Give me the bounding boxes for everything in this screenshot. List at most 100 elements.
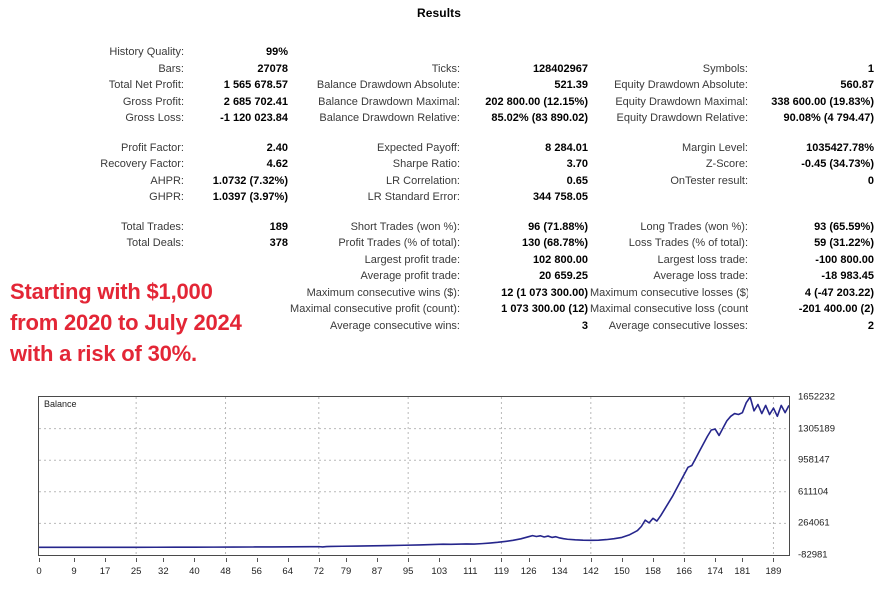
chart-x-tick-label: 166 xyxy=(676,566,692,577)
stat-label: Expected Payoff: xyxy=(377,141,460,154)
stat-cell: Short Trades (won %): 96 (71.88%) xyxy=(290,221,590,233)
stat-cell: Profit Factor: 2.40 xyxy=(0,142,290,154)
stat-value: 560.87 xyxy=(840,79,874,92)
stat-cell: Equity Drawdown Relative: 90.08% (4 794.… xyxy=(590,112,878,124)
stat-cell: LR Standard Error: 344 758.05 xyxy=(290,191,590,203)
chart-x-tick-label: 103 xyxy=(431,566,448,577)
stat-cell: Loss Trades (% of total): 59 (31.22%) xyxy=(590,237,878,249)
stat-label: Balance Drawdown Relative: xyxy=(319,112,460,125)
stat-value: 85.02% (83 890.02) xyxy=(491,112,588,125)
chart-x-tick-label: 158 xyxy=(645,566,661,577)
stat-label: Sharpe Ratio: xyxy=(392,158,460,171)
stat-value: 8 284.01 xyxy=(545,141,588,154)
stat-label: Largest profit trade: xyxy=(364,253,460,266)
stat-label: Loss Trades (% of total): xyxy=(628,237,748,250)
stat-value: 2 685 702.41 xyxy=(223,95,288,108)
stat-cell: Balance Drawdown Absolute: 521.39 xyxy=(290,79,590,91)
stat-value: -100 800.00 xyxy=(815,253,874,266)
stat-cell: Recovery Factor: 4.62 xyxy=(0,158,290,170)
chart-x-tickmark xyxy=(439,558,441,562)
page-title: Results xyxy=(416,6,462,20)
stat-cell: Expected Payoff: 8 284.01 xyxy=(290,142,590,154)
stat-cell: Symbols: 1 xyxy=(590,63,878,75)
stat-label: Total Deals: xyxy=(126,237,184,250)
stat-cell: Gross Loss: -1 120 023.84 xyxy=(0,112,290,124)
stat-cell: Gross Profit: 2 685 702.41 xyxy=(0,96,290,108)
stat-label: GHPR: xyxy=(149,191,184,204)
stats-block-ratios: Profit Factor: 2.40 Expected Payoff: 8 2… xyxy=(0,140,878,206)
stat-label: LR Correlation: xyxy=(386,174,460,187)
chart-x-tickmark xyxy=(501,558,503,562)
stat-label: Equity Drawdown Relative: xyxy=(616,112,748,125)
stat-cell: Maximum consecutive losses ($): 4 (-47 2… xyxy=(590,287,878,299)
stat-cell: Largest profit trade: 102 800.00 xyxy=(290,254,590,266)
chart-x-tick-label: 119 xyxy=(493,566,509,577)
chart-x-tickmark xyxy=(684,558,686,562)
stat-value: 2.40 xyxy=(266,141,288,154)
chart-x-tick-label: 25 xyxy=(130,566,142,577)
stat-value: 20 659.25 xyxy=(539,270,588,283)
stat-label: Profit Factor: xyxy=(121,141,184,154)
stat-value: 202 800.00 (12.15%) xyxy=(485,95,588,108)
annotation-line-3: with a risk of 30%. xyxy=(10,341,197,366)
chart-y-tick-label: 611104 xyxy=(798,486,829,498)
stat-cell: Maximum consecutive wins ($): 12 (1 073 … xyxy=(290,287,590,299)
chart-x-tickmark xyxy=(287,558,289,562)
chart-x-tick-label: 32 xyxy=(158,566,169,577)
stat-label: History Quality: xyxy=(109,46,184,59)
stat-cell: Z-Score: -0.45 (34.73%) xyxy=(590,158,878,170)
stat-value: 130 (68.78%) xyxy=(521,237,588,250)
stat-label: Ticks: xyxy=(431,62,460,75)
chart-x-tick-label: 87 xyxy=(371,566,383,577)
chart-x-tickmark xyxy=(652,558,654,562)
chart-x-tickmark xyxy=(408,558,410,562)
stat-label: Balance Drawdown Maximal: xyxy=(318,95,460,108)
stat-value: 0 xyxy=(867,174,874,187)
stat-cell: Equity Drawdown Absolute: 560.87 xyxy=(590,79,878,91)
stat-value: 1.0732 (7.32%) xyxy=(212,174,288,187)
stat-value: 90.08% (4 794.47) xyxy=(783,112,874,125)
stat-value: 1 xyxy=(867,62,874,75)
stat-row: Maximal consecutive profit (count): 1 07… xyxy=(0,301,878,318)
stat-label: Symbols: xyxy=(702,62,748,75)
stat-label: Maximum consecutive wins ($): xyxy=(306,286,460,299)
stat-cell: AHPR: 1.0732 (7.32%) xyxy=(0,175,290,187)
chart-x-tick-label: 189 xyxy=(765,566,782,577)
chart-x-tickmark xyxy=(528,558,530,562)
stat-cell: Maximal consecutive profit (count): 1 07… xyxy=(290,303,590,315)
stat-label: Z-Score: xyxy=(705,158,748,171)
stat-row: History Quality: 99% xyxy=(0,44,878,61)
stat-cell: Long Trades (won %): 93 (65.59%) xyxy=(590,221,878,233)
stat-value: -1 120 023.84 xyxy=(220,112,288,125)
chart-x-tickmark xyxy=(742,558,744,562)
stat-label: Total Net Profit: xyxy=(108,79,184,92)
stat-value: 3 xyxy=(581,319,588,332)
stat-value: 189 xyxy=(269,220,288,233)
chart-x-tickmark xyxy=(559,558,561,562)
stat-row: Recovery Factor: 4.62 Sharpe Ratio: 3.70… xyxy=(0,156,878,173)
stat-cell: Average consecutive losses: 2 xyxy=(590,320,878,332)
stat-label: Average consecutive wins: xyxy=(329,319,460,332)
chart-y-tick-label: 264061 xyxy=(798,517,830,529)
stat-value: 27078 xyxy=(257,62,288,75)
stat-label: Maximal consecutive loss (count): xyxy=(590,303,748,316)
chart-x-tickmark xyxy=(773,558,775,562)
stat-cell: Balance Drawdown Maximal: 202 800.00 (12… xyxy=(290,96,590,108)
chart-x-tick-label: 0 xyxy=(36,566,42,577)
chart-x-tick-label: 111 xyxy=(463,566,478,577)
stat-label: Bars: xyxy=(158,62,184,75)
chart-x-tickmark xyxy=(73,558,75,562)
chart-x-tickmark xyxy=(136,558,138,562)
stat-cell: Ticks: 128402967 xyxy=(290,63,590,75)
stat-row: Total Deals: 378 Profit Trades (% of tot… xyxy=(0,235,878,252)
stat-value: -0.45 (34.73%) xyxy=(801,158,874,171)
stat-cell: Average profit trade: 20 659.25 xyxy=(290,270,590,282)
stat-label: Average consecutive losses: xyxy=(608,319,748,332)
stat-label: Recovery Factor: xyxy=(100,158,184,171)
stat-value: 378 xyxy=(269,237,288,250)
stat-cell: Bars: 27078 xyxy=(0,63,290,75)
stat-row: GHPR: 1.0397 (3.97%) LR Standard Error: … xyxy=(0,189,878,206)
stat-value: 99% xyxy=(265,46,288,59)
